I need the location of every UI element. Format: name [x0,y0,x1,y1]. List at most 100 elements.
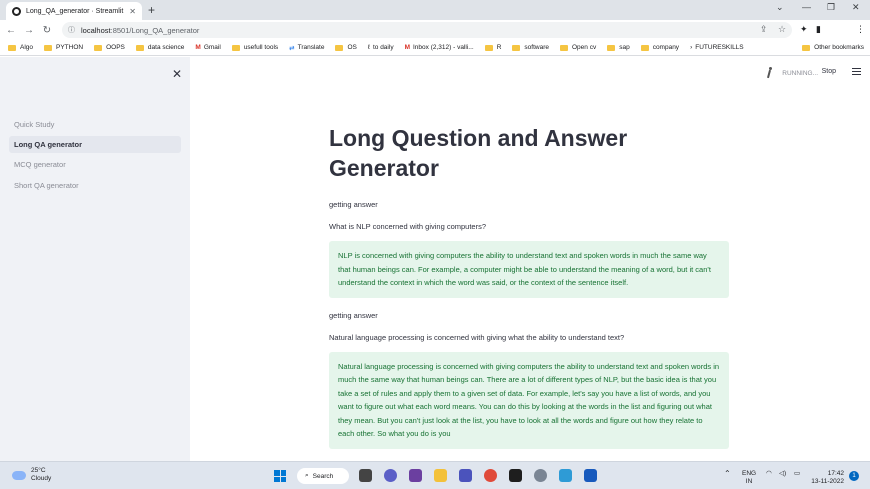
bookmark-item[interactable]: OS [335,44,357,51]
task-view-icon[interactable] [359,469,372,482]
other-bookmarks[interactable]: Other bookmarks [802,44,864,51]
cloudy-icon [12,470,26,480]
bookmarks-bar: Algo PYTHON OOPS data science M Gmail use… [0,40,870,56]
folder-icon [802,44,811,51]
folder-icon [640,44,649,51]
content: Long Question and Answer Generator getti… [329,123,729,449]
start-icon[interactable] [274,470,286,482]
status-text: getting answer [329,310,378,320]
folder-icon [135,44,144,51]
bookmark-item[interactable]: M Inbox (2,312) - valli... [405,44,474,51]
sidebar-item-long-qa-generator[interactable]: Long QA generator [9,136,181,153]
running-man-icon [765,67,777,79]
sidebar-item-short-qa-generator[interactable]: Short QA generator [9,177,181,194]
bookmark-item[interactable]: R [484,44,501,51]
url-host: localhost [81,25,111,35]
folder-icon [512,44,521,51]
bookmark-item[interactable]: data science [135,44,184,51]
chrome-icon[interactable] [484,469,497,482]
minimize-icon[interactable]: — [802,2,811,12]
taskbar: 25°C Cloudy ⌕ Search ⌃ ENG IN ◠ ◁) ▭ 17:… [0,461,870,489]
extensions-icon[interactable]: ✦ [800,24,808,35]
streamlit-app: ✕ Quick Study Long QA generator MCQ gene… [0,57,870,461]
chevron-right-icon: › [690,44,693,51]
stop-button[interactable]: Stop [822,68,836,75]
to-daily-icon: ℓ [367,44,370,51]
back-icon[interactable]: ← [2,25,20,36]
bookmark-item[interactable]: PYTHON [44,44,83,51]
sidebar-item-quick-study[interactable]: Quick Study [9,116,181,133]
settings-icon[interactable] [534,469,547,482]
sidebar-close-icon[interactable]: ✕ [172,67,182,81]
notification-badge[interactable]: 1 [849,471,859,481]
bookmark-item[interactable]: › FUTURESKILLS [690,44,744,51]
gmail-icon: M [195,44,201,51]
chrome-menu-icon[interactable]: ⋮ [856,24,865,35]
site-info-icon[interactable]: ⓘ [68,25,75,35]
restore-icon[interactable]: ❐ [827,2,835,13]
battery-icon[interactable]: ▭ [794,470,800,478]
browser-toolbar: ← → ↻ ⓘ localhost:8501/Long_QA_generator… [0,20,870,55]
browser-tab-strip: Long_QA_generator · Streamlit ✕ + ⌄ — ❐ … [0,0,870,20]
snipping-tool-icon[interactable] [559,469,572,482]
bookmark-item[interactable]: sap [607,44,630,51]
folder-icon [335,44,344,51]
bookmark-item[interactable]: M Gmail [195,44,220,51]
folder-icon [484,44,493,51]
chat-icon[interactable] [384,469,397,482]
main-menu-icon[interactable] [852,68,861,75]
bookmark-item[interactable]: ⇄ Translate [289,44,324,52]
address-bar[interactable]: ⓘ localhost:8501/Long_QA_generator [62,22,792,38]
question-text: What is NLP concerned with giving comput… [329,222,487,231]
taskbar-search[interactable]: ⌕ Search [297,468,349,484]
main-area: RUNNING... Stop Long Question and Answer… [190,57,870,461]
forward-icon[interactable]: → [20,25,38,36]
side-panel-icon[interactable]: ▮ [816,24,821,35]
bookmark-item[interactable]: Open cv [559,44,596,51]
question-text: Natural language processing is concerned… [329,332,625,342]
gmail-icon: M [404,44,410,51]
new-tab-icon[interactable]: + [148,3,155,17]
page-title: Long Question and Answer Generator [329,125,628,181]
url-path: :8501/Long_QA_generator [110,25,200,35]
tab-title: Long_QA_generator · Streamlit [26,7,124,15]
folder-icon [8,44,16,51]
bookmark-item[interactable]: ℓ to daily [368,44,394,51]
file-explorer-icon[interactable] [434,469,447,482]
tab-search-icon[interactable]: ⌄ [776,2,784,13]
weather-condition: Cloudy [31,475,52,482]
answer-box: Natural language processing is concerned… [329,351,729,449]
bookmark-item[interactable]: Algo [8,44,33,51]
tab-close-icon[interactable]: ✕ [129,7,136,16]
reload-icon[interactable]: ↻ [38,25,56,36]
translate-icon: ⇄ [289,44,295,52]
share-icon[interactable]: ⇪ [760,24,768,35]
app-icon[interactable] [409,469,422,482]
running-status: RUNNING... [765,67,818,79]
sidebar-item-mcq-generator[interactable]: MCQ generator [9,156,181,173]
word-icon[interactable] [584,469,597,482]
status-text: getting answer [329,200,378,209]
folder-icon [559,44,568,51]
sidebar: ✕ Quick Study Long QA generator MCQ gene… [0,57,190,461]
show-hidden-icons-icon[interactable]: ⌃ [724,470,731,478]
bookmark-item[interactable]: company [640,44,679,51]
search-icon: ⌕ [305,472,309,479]
bookmark-star-icon[interactable]: ☆ [778,24,786,35]
browser-tab[interactable]: Long_QA_generator · Streamlit ✕ [6,2,142,20]
folder-icon [607,44,616,51]
language-indicator[interactable]: ENG IN [742,470,756,485]
teams-icon[interactable] [459,469,472,482]
pycharm-icon[interactable] [509,469,522,482]
bookmark-item[interactable]: software [512,44,549,51]
bookmark-item[interactable]: usefull tools [231,44,278,51]
bookmark-item[interactable]: OOPS [94,44,125,51]
clock[interactable]: 17:42 13-11-2022 [810,470,844,485]
volume-icon[interactable]: ◁) [779,470,786,478]
temperature: 25°C [31,467,46,474]
folder-icon [231,44,240,51]
wifi-icon[interactable]: ◠ [766,470,772,478]
folder-icon [44,44,53,51]
weather-widget[interactable]: 25°C Cloudy [12,467,51,483]
window-close-icon[interactable]: ✕ [852,2,860,13]
